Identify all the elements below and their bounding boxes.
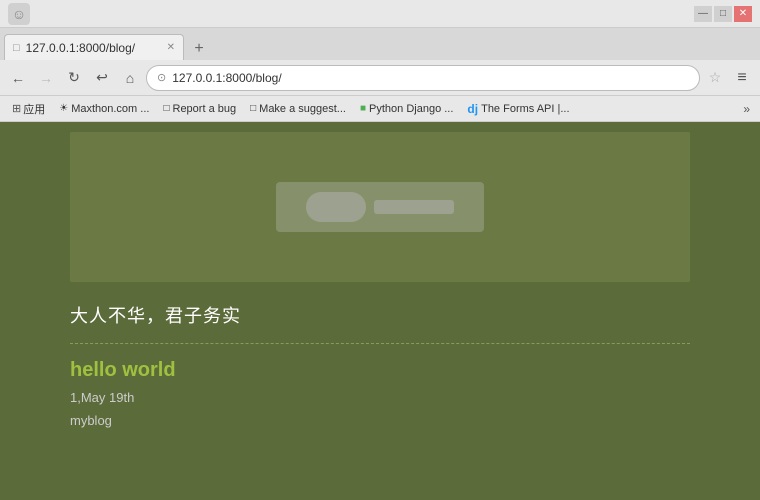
post-meta: 1,May 19th xyxy=(70,390,690,405)
url-bar[interactable]: ⊙ 127.0.0.1:8000/blog/ xyxy=(146,65,700,91)
bookmark-make-suggest[interactable]: □ Make a suggest... xyxy=(244,101,352,117)
home-button[interactable]: ⌂ xyxy=(118,66,142,90)
active-tab[interactable]: □ 127.0.0.1:8000/blog/ ✕ xyxy=(4,34,184,60)
title-bar: ☺ — □ ✕ xyxy=(0,0,760,28)
header-logo-area xyxy=(276,182,484,232)
bookmark-icon-0: ☀ xyxy=(59,103,68,114)
apps-label: 应用 xyxy=(23,101,45,117)
forward-button[interactable]: → xyxy=(34,66,58,90)
bookmark-star-button[interactable]: ☆ xyxy=(704,67,726,89)
bookmark-forms-api[interactable]: dj The Forms API |... xyxy=(461,100,575,118)
bookmark-label-1: Report a bug xyxy=(173,103,237,115)
bookmark-maxthon[interactable]: ☀ Maxthon.com ... xyxy=(53,101,155,117)
browser-logo: ☺ xyxy=(12,6,26,22)
bookmark-report-bug[interactable]: □ Report a bug xyxy=(157,101,242,117)
tab-favicon: □ xyxy=(13,42,20,54)
url-favicon-icon: ⊙ xyxy=(157,71,166,84)
tab-close-button[interactable]: ✕ xyxy=(167,42,175,53)
post-excerpt: myblog xyxy=(70,413,690,428)
bookmark-python-django[interactable]: ■ Python Django ... xyxy=(354,101,459,117)
bookmark-icon-1: □ xyxy=(163,103,169,114)
new-tab-button[interactable]: + xyxy=(186,38,212,60)
bookmarks-bar: ⊞ 应用 ☀ Maxthon.com ... □ Report a bug □ … xyxy=(0,96,760,122)
logo-shape xyxy=(306,192,366,222)
back-button[interactable]: ← xyxy=(6,66,30,90)
logo-text-shape xyxy=(374,200,454,214)
site-title: 大人不华，君子务实 xyxy=(70,282,690,338)
undo-button[interactable]: ↩ xyxy=(90,66,114,90)
minimize-button[interactable]: — xyxy=(694,6,712,22)
bookmarks-more-button[interactable]: » xyxy=(739,100,754,118)
refresh-button[interactable]: ↻ xyxy=(62,66,86,90)
window-controls: — □ ✕ xyxy=(694,6,752,22)
window-icon: ☺ xyxy=(8,3,30,25)
url-text: 127.0.0.1:8000/blog/ xyxy=(172,71,689,85)
maximize-button[interactable]: □ xyxy=(714,6,732,22)
bookmark-icon-2: □ xyxy=(250,103,256,114)
bookmark-icon-3: ■ xyxy=(360,103,366,114)
bookmark-label-3: Python Django ... xyxy=(369,103,453,115)
bookmark-label-2: Make a suggest... xyxy=(259,103,346,115)
bookmark-label-0: Maxthon.com ... xyxy=(71,103,149,115)
tab-label: 127.0.0.1:8000/blog/ xyxy=(26,41,135,55)
page-content: 大人不华，君子务实 hello world 1,May 19th myblog xyxy=(0,122,760,500)
tab-bar: □ 127.0.0.1:8000/blog/ ✕ + xyxy=(0,28,760,60)
bookmark-label-4: The Forms API |... xyxy=(481,103,569,115)
bookmark-icon-4: dj xyxy=(467,102,478,116)
title-bar-left: ☺ xyxy=(8,3,30,25)
header-banner xyxy=(70,132,690,282)
apps-grid-icon: ⊞ xyxy=(12,102,21,115)
menu-button[interactable]: ≡ xyxy=(730,66,754,90)
navigation-bar: ← → ↻ ↩ ⌂ ⊙ 127.0.0.1:8000/blog/ ☆ ≡ xyxy=(0,60,760,96)
close-button[interactable]: ✕ xyxy=(734,6,752,22)
bookmark-apps-button[interactable]: ⊞ 应用 xyxy=(6,99,51,119)
post-title[interactable]: hello world xyxy=(70,359,690,382)
section-divider xyxy=(70,343,690,344)
